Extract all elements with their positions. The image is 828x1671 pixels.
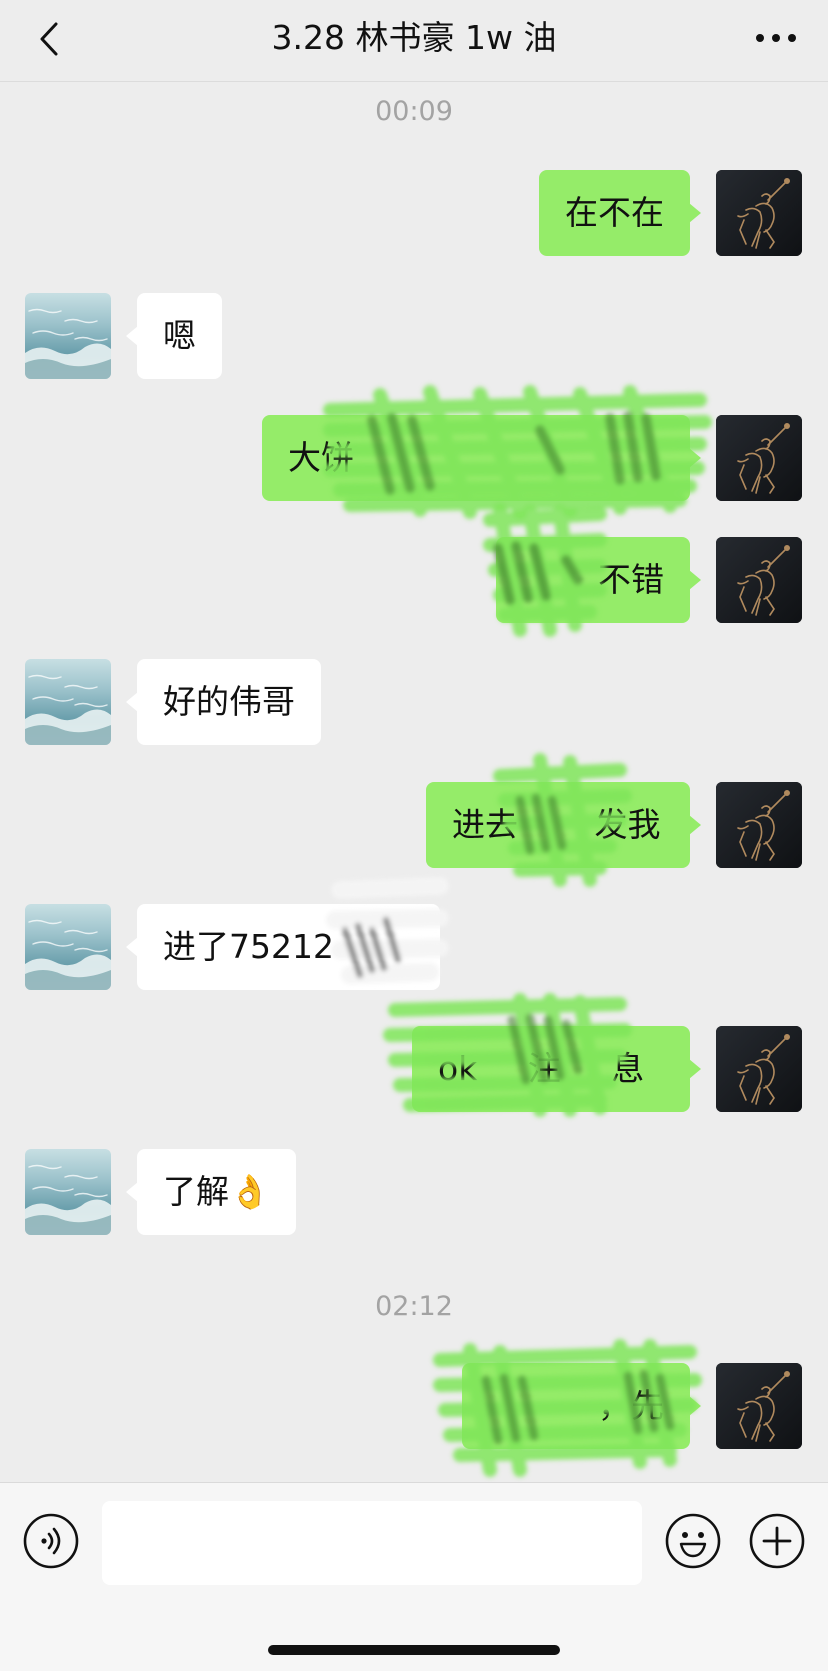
contact-avatar[interactable]: [25, 659, 111, 745]
input-bar: [0, 1482, 828, 1671]
message-bubble[interactable]: 在不在: [539, 170, 701, 256]
message-bubble[interactable]: ok 注 息: [412, 1026, 701, 1112]
my-avatar[interactable]: [716, 415, 802, 501]
redaction-scribble: [323, 385, 712, 1477]
message-input[interactable]: [102, 1501, 642, 1585]
voice-icon: [23, 1513, 79, 1569]
timestamp: 00:09: [375, 96, 453, 127]
voice-button[interactable]: [22, 1512, 80, 1570]
message-bubble[interactable]: 进去 发我: [426, 782, 701, 868]
message-bubble[interactable]: 了解👌: [125, 1149, 297, 1235]
my-avatar[interactable]: [716, 170, 802, 256]
my-avatar[interactable]: [716, 537, 802, 623]
plus-icon: [749, 1513, 805, 1569]
more-dots-icon: [756, 34, 796, 42]
message-bubble[interactable]: 好的伟哥: [126, 659, 321, 745]
emoji-button[interactable]: [664, 1512, 722, 1570]
message-bubble[interactable]: ，先: [462, 1363, 701, 1449]
my-avatar[interactable]: [716, 1363, 802, 1449]
message-bubble[interactable]: 嗯: [126, 293, 222, 379]
my-avatar[interactable]: [716, 782, 802, 868]
add-button[interactable]: [748, 1512, 806, 1570]
timestamp: 02:12: [375, 1291, 453, 1322]
chevron-left-icon: [40, 22, 58, 56]
message-bubble[interactable]: 不错: [496, 537, 701, 623]
more-button[interactable]: [746, 16, 806, 60]
emoji-icon: [665, 1513, 721, 1569]
message-bubble[interactable]: 大饼: [262, 415, 701, 501]
chat-header: 3.28 林书豪 1w 油: [0, 0, 828, 82]
chat-title: 3.28 林书豪 1w 油: [271, 18, 557, 57]
contact-avatar[interactable]: [25, 1149, 111, 1235]
my-avatar[interactable]: [716, 1026, 802, 1112]
message-bubble[interactable]: 进了75212: [126, 904, 440, 990]
home-indicator: [268, 1645, 560, 1655]
contact-avatar[interactable]: [25, 293, 111, 379]
contact-avatar[interactable]: [25, 904, 111, 990]
back-button[interactable]: [28, 14, 78, 64]
